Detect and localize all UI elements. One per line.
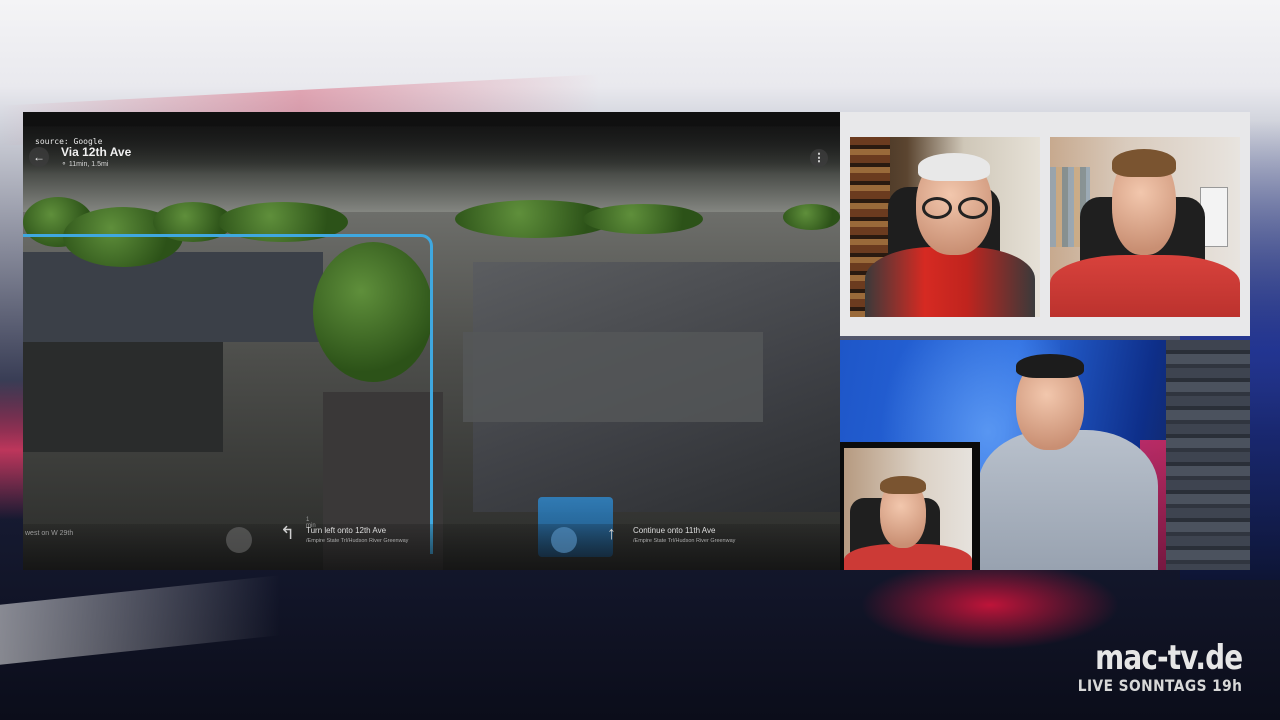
nav-step-icon (551, 527, 577, 553)
tree (583, 204, 703, 234)
background-streak (0, 575, 280, 665)
map-screen-share: source: Google ← Via 12th Ave ⚬ 11min, 1… (23, 112, 840, 570)
nav-step-subtitle: /Empire State Trl/Hudson River Greenway (306, 538, 409, 544)
navigation-steps-bar (23, 524, 840, 570)
host-torso (978, 430, 1158, 570)
map-header (23, 126, 840, 174)
webcam-participant-2 (1050, 137, 1240, 317)
webcam-participant-1 (850, 137, 1040, 317)
nav-step-instruction: west on W 29th (25, 530, 74, 537)
nav-step-instruction: Continue onto 11th Ave (633, 526, 716, 535)
host-hair (1016, 354, 1084, 378)
route-title: Via 12th Ave (61, 145, 132, 159)
more-options-button[interactable]: ⋮ (810, 149, 828, 167)
nav-step-subtitle: /Empire State Trl/Hudson River Greenway (633, 538, 736, 544)
map-3d-view[interactable] (23, 112, 840, 570)
more-vertical-icon: ⋮ (813, 152, 825, 164)
brand-watermark: mac-tv.de LIVE SONNTAGS 19h (1051, 640, 1242, 695)
person-torso (844, 544, 972, 570)
glasses (958, 197, 988, 219)
person-torso (1050, 255, 1240, 317)
brand-name: mac-tv.de (1094, 638, 1243, 678)
straight-arrow-icon: ↑ (607, 523, 616, 543)
route-line (23, 234, 433, 554)
person-hair (918, 153, 990, 181)
route-duration-distance: 11min, 1.5mi (68, 161, 109, 168)
nav-step-instruction: Turn left onto 12th Ave (306, 526, 387, 535)
studio-monitor (840, 442, 980, 570)
tree (783, 204, 840, 230)
turn-left-icon: ↰ (280, 523, 296, 543)
monitor-screen (844, 448, 972, 570)
brand-tagline: LIVE SONNTAGS 19h (1077, 676, 1242, 695)
back-button[interactable]: ← (29, 147, 49, 167)
studio-stone-wall (1166, 340, 1250, 570)
person-hair (880, 476, 926, 494)
route-meta: ⚬ 11min, 1.5mi (61, 160, 108, 168)
background-glow (860, 560, 1120, 650)
bicycle-icon: ⚬ (61, 161, 67, 168)
person-torso (865, 247, 1035, 317)
glasses (922, 197, 952, 219)
parking-lot (463, 332, 763, 422)
person-hair (1112, 149, 1176, 177)
arrow-left-icon: ← (33, 150, 45, 164)
nav-step-icon (226, 527, 252, 553)
